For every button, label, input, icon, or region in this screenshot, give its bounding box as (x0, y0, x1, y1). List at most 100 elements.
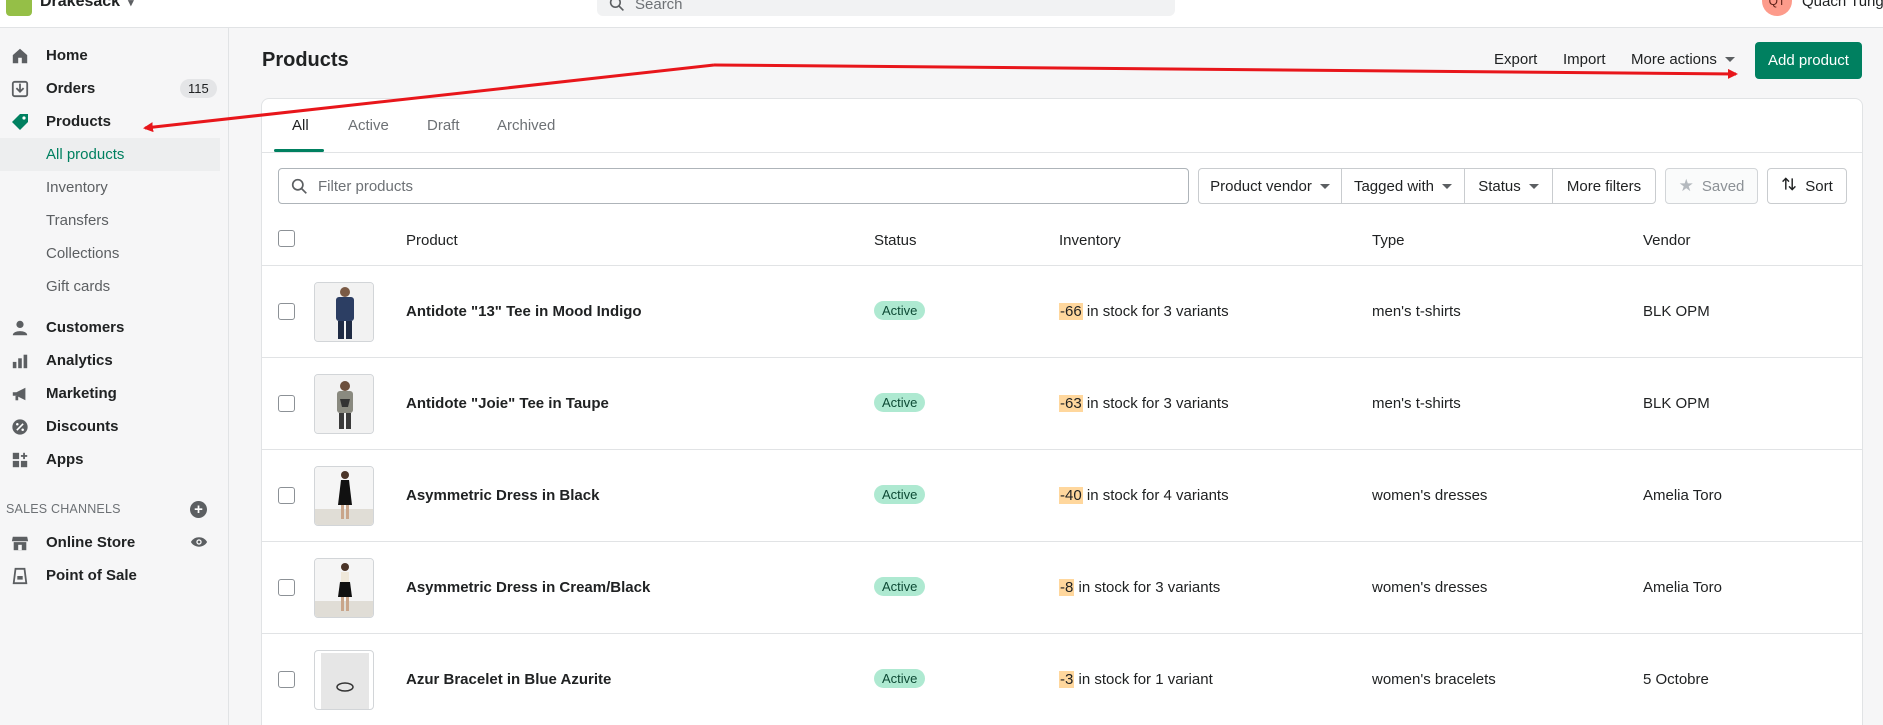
table-row[interactable]: Antidote "13" Tee in Mood Indigo Active … (262, 266, 1862, 358)
table-row[interactable]: Asymmetric Dress in Cream/Black Active -… (262, 542, 1862, 634)
more-actions-label: More actions (1631, 51, 1717, 68)
product-name-link[interactable]: Azur Bracelet in Blue Azurite (406, 671, 611, 688)
sidebar-item-home[interactable]: Home (0, 39, 229, 72)
caret-down-icon (1724, 57, 1735, 62)
sidebar-item-online-store[interactable]: Online Store (0, 526, 229, 559)
user-menu[interactable]: QT Quach Tung (1762, 0, 1883, 16)
product-thumbnail[interactable] (314, 466, 374, 526)
tab-active[interactable]: Active (348, 117, 389, 134)
column-header-status[interactable]: Status (874, 232, 917, 249)
apps-icon (10, 450, 30, 470)
bar-chart-icon (10, 351, 30, 371)
inventory-text: in stock for 1 variant (1074, 671, 1213, 688)
sort-button[interactable]: Sort (1767, 168, 1847, 204)
orders-icon (10, 79, 30, 99)
sidebar-item-label: Collections (46, 245, 120, 262)
caret-down-icon (1528, 183, 1539, 189)
more-filters-button[interactable]: More filters (1552, 168, 1656, 204)
row-checkbox[interactable] (278, 487, 295, 504)
avatar: QT (1762, 0, 1792, 16)
discount-icon (10, 417, 30, 437)
filter-label: Status (1478, 177, 1521, 195)
tab-archived[interactable]: Archived (497, 117, 555, 134)
product-vendor: BLK OPM (1643, 303, 1710, 320)
sidebar-item-transfers[interactable]: Transfers (0, 204, 229, 237)
sidebar-item-marketing[interactable]: Marketing (0, 377, 229, 410)
sidebar-item-products[interactable]: Products (0, 105, 229, 138)
search-placeholder: Search (635, 0, 683, 13)
home-icon (10, 46, 30, 66)
sidebar-item-analytics[interactable]: Analytics (0, 344, 229, 377)
sidebar-item-label: Gift cards (46, 278, 111, 295)
column-header-type[interactable]: Type (1372, 232, 1405, 249)
sidebar-item-label: Customers (46, 319, 125, 336)
sidebar-item-label: All products (46, 146, 125, 163)
product-thumbnail[interactable] (314, 650, 374, 710)
tabs-divider (262, 152, 1862, 153)
sidebar-item-label: Transfers (46, 212, 109, 229)
product-thumbnail[interactable] (314, 374, 374, 434)
filter-label: More filters (1566, 177, 1642, 195)
table-row[interactable]: Azur Bracelet in Blue Azurite Active -3 … (262, 634, 1862, 725)
product-name-link[interactable]: Asymmetric Dress in Cream/Black (406, 579, 650, 596)
product-vendor-filter[interactable]: Product vendor (1198, 168, 1342, 204)
inventory-cell: -40 in stock for 4 variants (1059, 487, 1229, 504)
sidebar-item-apps[interactable]: Apps (0, 443, 229, 476)
product-vendor: Amelia Toro (1643, 579, 1722, 596)
store-switcher[interactable]: Drakesack ▾ (6, 0, 134, 16)
row-checkbox[interactable] (278, 579, 295, 596)
sales-channels-header: SALES CHANNELS (6, 502, 121, 516)
select-all-checkbox[interactable] (278, 230, 295, 247)
column-header-vendor[interactable]: Vendor (1643, 232, 1691, 249)
saved-button[interactable]: ★ Saved (1665, 168, 1758, 204)
page-title: Products (262, 49, 349, 71)
sidebar-item-discounts[interactable]: Discounts (0, 410, 229, 443)
saved-label: Saved (1701, 177, 1745, 195)
star-icon: ★ (1678, 176, 1694, 195)
sidebar-item-gift-cards[interactable]: Gift cards (0, 270, 229, 303)
column-header-inventory[interactable]: Inventory (1059, 232, 1121, 249)
inventory-cell: -3 in stock for 1 variant (1059, 671, 1213, 688)
product-vendor: 5 Octobre (1643, 671, 1709, 688)
product-name-link[interactable]: Antidote "13" Tee in Mood Indigo (406, 303, 642, 320)
row-checkbox[interactable] (278, 671, 295, 688)
product-type: men's t-shirts (1372, 303, 1461, 320)
person-icon (10, 318, 30, 338)
sidebar-item-collections[interactable]: Collections (0, 237, 229, 270)
table-header: Product Status Inventory Type Vendor (262, 219, 1862, 266)
sidebar: Home Orders 115 Products All products In… (0, 28, 229, 725)
row-checkbox[interactable] (278, 395, 295, 412)
status-filter[interactable]: Status (1464, 168, 1553, 204)
row-checkbox[interactable] (278, 303, 295, 320)
sidebar-item-all-products[interactable]: All products (0, 138, 220, 171)
sidebar-item-point-of-sale[interactable]: Point of Sale (0, 559, 229, 592)
sidebar-item-customers[interactable]: Customers (0, 311, 229, 344)
export-button[interactable]: Export (1494, 51, 1537, 68)
filter-products-input[interactable]: Filter products (278, 168, 1189, 204)
tagged-with-filter[interactable]: Tagged with (1341, 168, 1465, 204)
more-actions-button[interactable]: More actions (1631, 51, 1735, 68)
product-name-link[interactable]: Antidote "Joie" Tee in Taupe (406, 395, 609, 412)
eye-icon[interactable] (190, 534, 208, 555)
search-input[interactable]: Search (597, 0, 1175, 16)
add-product-button[interactable]: Add product (1755, 42, 1862, 79)
orders-count-badge: 115 (180, 79, 217, 98)
product-thumbnail[interactable] (314, 558, 374, 618)
inventory-count: -8 (1059, 579, 1075, 596)
chevron-down-icon: ▾ (128, 0, 134, 9)
table-row[interactable]: Asymmetric Dress in Black Active -40 in … (262, 450, 1862, 542)
add-channel-plus-icon[interactable]: + (190, 501, 207, 518)
inventory-count: -3 (1059, 671, 1075, 688)
caret-down-icon (1442, 183, 1453, 189)
product-name-link[interactable]: Asymmetric Dress in Black (406, 487, 599, 504)
tab-draft[interactable]: Draft (427, 117, 460, 134)
product-thumbnail[interactable] (314, 282, 374, 342)
table-row[interactable]: Antidote "Joie" Tee in Taupe Active -63 … (262, 358, 1862, 450)
sidebar-item-orders[interactable]: Orders 115 (0, 72, 229, 105)
shopify-logo-icon (6, 0, 32, 16)
sidebar-item-inventory[interactable]: Inventory (0, 171, 229, 204)
status-badge: Active (874, 301, 926, 320)
column-header-product[interactable]: Product (406, 232, 458, 249)
tab-all[interactable]: All (292, 117, 309, 134)
import-button[interactable]: Import (1563, 51, 1606, 68)
